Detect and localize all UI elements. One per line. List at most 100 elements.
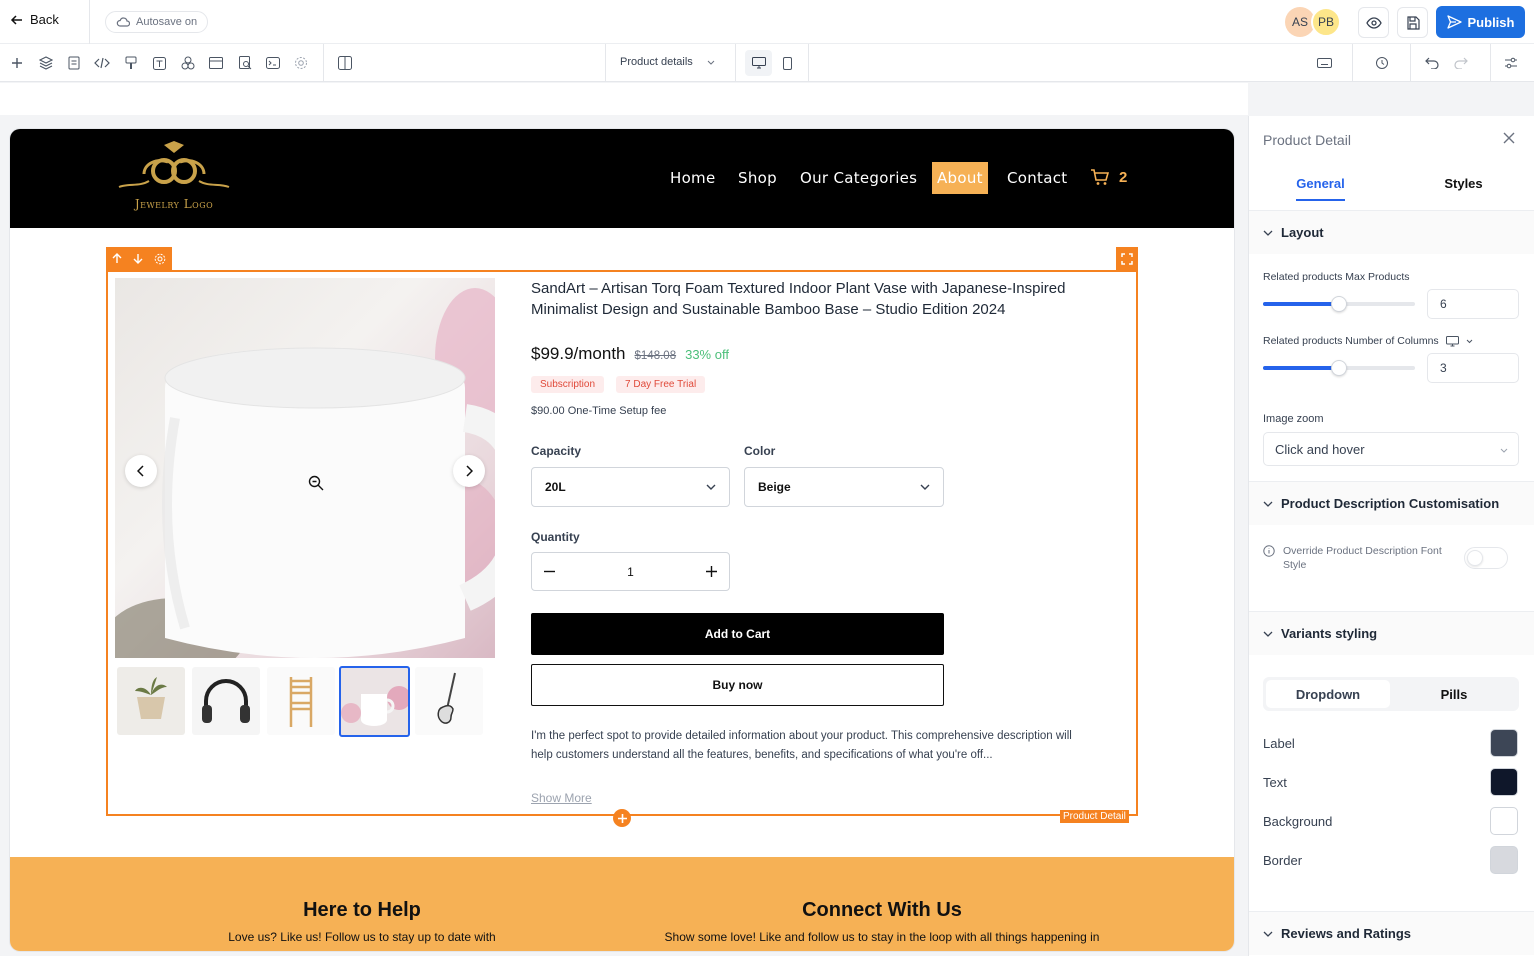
site-logo[interactable]: Jewelry Logo xyxy=(114,139,234,217)
desktop-icon[interactable] xyxy=(1445,335,1459,347)
add-to-cart-button[interactable]: Add to Cart xyxy=(531,613,944,655)
arrow-left-icon xyxy=(10,14,22,25)
info-icon xyxy=(1263,545,1275,557)
max-products-fill xyxy=(1263,302,1339,306)
thumbnail-headphones[interactable] xyxy=(192,667,260,735)
border-color-swatch[interactable] xyxy=(1490,846,1518,874)
thumbnail-plant[interactable] xyxy=(117,667,185,735)
save-icon xyxy=(1406,15,1420,30)
dropdown-option[interactable]: Dropdown xyxy=(1266,680,1390,708)
columns-input[interactable]: 3 xyxy=(1427,353,1519,383)
thumbnail-mug[interactable] xyxy=(339,666,410,737)
image-zoom-label: Image zoom xyxy=(1263,413,1324,425)
pills-option[interactable]: Pills xyxy=(1392,680,1516,708)
nav-about[interactable]: About xyxy=(932,162,988,194)
color-value: Beige xyxy=(758,480,791,494)
label-color-swatch[interactable] xyxy=(1490,729,1518,757)
cart-icon xyxy=(1091,169,1109,185)
tab-styles[interactable]: Styles xyxy=(1392,168,1534,204)
max-products-slider[interactable] xyxy=(1263,296,1415,312)
site-footer: Here to Help Love us? Like us! Follow us… xyxy=(10,857,1234,951)
override-font-toggle[interactable] xyxy=(1464,547,1508,569)
capacity-select[interactable]: 20L xyxy=(531,467,730,507)
autosave-badge[interactable]: Autosave on xyxy=(105,11,209,33)
image-zoom-select[interactable]: Click and hover xyxy=(1263,432,1519,466)
paint-icon[interactable] xyxy=(121,53,141,73)
show-more-link[interactable]: Show More xyxy=(531,791,592,805)
mobile-icon[interactable] xyxy=(777,53,797,73)
thumbnail-guitar[interactable] xyxy=(415,667,483,735)
minus-icon[interactable] xyxy=(544,566,555,577)
settings-cog-icon[interactable] xyxy=(291,53,311,73)
label-color-label: Label xyxy=(1263,736,1295,751)
quantity-value[interactable]: 1 xyxy=(627,565,634,579)
max-products-input[interactable]: 6 xyxy=(1427,289,1519,319)
nav-contact[interactable]: Contact xyxy=(1007,169,1067,187)
site-header: Jewelry Logo Home Shop Our Categories Ab… xyxy=(10,129,1234,228)
avatar-initials: PB xyxy=(1317,15,1334,29)
canvas-top-gap xyxy=(0,83,1248,115)
sliders-icon[interactable] xyxy=(1501,53,1521,73)
chevron-down-icon xyxy=(1263,631,1273,637)
history-icon[interactable] xyxy=(1372,53,1392,73)
eye-icon xyxy=(1365,16,1382,29)
add-section-button[interactable] xyxy=(613,809,631,827)
zoom-icon[interactable] xyxy=(308,475,324,491)
text-icon[interactable] xyxy=(149,53,169,73)
code-icon[interactable] xyxy=(92,53,112,73)
components-icon[interactable] xyxy=(178,53,198,73)
columns-knob[interactable] xyxy=(1331,360,1347,376)
reviews-section-header[interactable]: Reviews and Ratings xyxy=(1249,911,1534,955)
background-color-swatch[interactable] xyxy=(1490,807,1518,835)
nav-shop[interactable]: Shop xyxy=(738,169,777,187)
color-select[interactable]: Beige xyxy=(744,467,944,507)
search-page-icon[interactable] xyxy=(235,53,255,73)
columns-slider[interactable] xyxy=(1263,360,1415,376)
discount-label: 33% off xyxy=(685,347,729,362)
description-section-header[interactable]: Product Description Customisation xyxy=(1249,481,1534,525)
product-main-image[interactable] xyxy=(115,278,495,658)
save-button[interactable] xyxy=(1397,7,1428,38)
close-panel-button[interactable] xyxy=(1503,132,1515,144)
chevron-down-icon[interactable] xyxy=(1466,339,1473,344)
tab-general[interactable]: General xyxy=(1249,168,1392,204)
avatar-pb[interactable]: PB xyxy=(1311,7,1341,37)
next-image-button[interactable] xyxy=(453,455,485,487)
pages-icon[interactable] xyxy=(64,53,84,73)
expand-icon xyxy=(1121,252,1133,265)
text-color-swatch[interactable] xyxy=(1490,768,1518,796)
cart-link[interactable]: 2 xyxy=(1090,169,1127,186)
page-select[interactable]: Product details xyxy=(620,56,715,68)
expand-element-button[interactable] xyxy=(1116,247,1138,270)
desktop-view-button[interactable] xyxy=(745,50,772,76)
max-products-knob[interactable] xyxy=(1331,296,1347,312)
guitar-thumb xyxy=(437,672,456,724)
free-trial-badge: 7 Day Free Trial xyxy=(616,376,706,393)
quantity-stepper[interactable]: 1 xyxy=(531,552,730,591)
move-down-icon[interactable] xyxy=(133,253,143,264)
publish-button[interactable]: Publish xyxy=(1436,6,1525,38)
preview-button[interactable] xyxy=(1358,7,1389,38)
section-icon[interactable] xyxy=(206,53,226,73)
keyboard-icon[interactable] xyxy=(1314,53,1334,73)
back-button[interactable]: Back xyxy=(10,12,59,27)
terminal-icon[interactable] xyxy=(263,53,283,73)
element-action-bar xyxy=(106,247,172,270)
redo-icon[interactable] xyxy=(1451,53,1471,73)
split-view-icon[interactable] xyxy=(335,53,355,73)
layers-icon[interactable] xyxy=(36,53,56,73)
element-settings-icon[interactable] xyxy=(154,253,166,265)
undo-icon[interactable] xyxy=(1422,53,1442,73)
buy-now-button[interactable]: Buy now xyxy=(531,664,944,706)
variants-section-header[interactable]: Variants styling xyxy=(1249,611,1534,655)
editor-toolbar: Product details xyxy=(0,44,1534,82)
plus-icon xyxy=(617,813,627,823)
nav-home[interactable]: Home xyxy=(670,169,716,187)
thumbnail-chair[interactable] xyxy=(267,667,335,735)
layout-section-header[interactable]: Layout xyxy=(1249,210,1534,254)
prev-image-button[interactable] xyxy=(125,455,157,487)
add-element-icon[interactable] xyxy=(7,53,27,73)
plus-icon[interactable] xyxy=(706,566,717,577)
move-up-icon[interactable] xyxy=(112,253,122,264)
nav-our-categories[interactable]: Our Categories xyxy=(800,169,917,187)
